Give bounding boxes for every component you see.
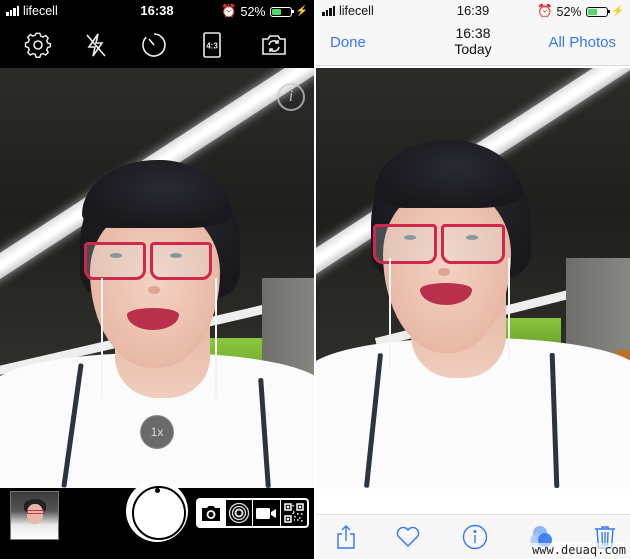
info-icon — [462, 524, 488, 550]
timer-button[interactable] — [138, 29, 170, 61]
aspect-ratio-icon: 4:3 — [203, 32, 221, 58]
share-icon — [337, 525, 355, 549]
shutter-button[interactable] — [126, 480, 188, 542]
camera-screen: lifecell 16:38 ⏰ 52% ⚡ 4:3 i 1x — [0, 0, 314, 559]
flash-off-icon — [86, 33, 106, 57]
aspect-ratio-button[interactable]: 4:3 — [196, 29, 228, 61]
switch-camera-icon — [262, 35, 286, 55]
favorite-button[interactable] — [394, 523, 422, 551]
gear-icon — [24, 32, 52, 58]
battery-percent: 52% — [240, 4, 266, 19]
status-bar: lifecell 16:39 ⏰ 52% ⚡ — [316, 0, 630, 22]
done-button[interactable]: Done — [330, 34, 366, 51]
zoom-level-button[interactable]: 1x — [140, 415, 174, 449]
settings-button[interactable] — [22, 29, 54, 61]
signal-icon — [6, 6, 19, 16]
heart-icon — [396, 526, 420, 547]
svg-text:4:3: 4:3 — [206, 42, 218, 51]
camera-icon — [202, 506, 221, 521]
mode-qr[interactable] — [281, 500, 308, 526]
alarm-icon: ⏰ — [536, 4, 553, 18]
qr-code-icon — [284, 503, 304, 523]
photo-viewer-screen: lifecell 16:39 ⏰ 52% ⚡ Done 16:38 Today … — [316, 0, 630, 559]
glasses — [373, 224, 505, 264]
timer-icon — [142, 33, 166, 57]
camera-bottom-bar — [0, 480, 314, 559]
info-icon: i — [288, 88, 294, 105]
battery-icon — [269, 6, 294, 17]
watermark: www.deuaq.com — [532, 543, 626, 557]
status-bar: lifecell 16:38 ⏰ 52% ⚡ — [0, 0, 314, 22]
mode-photo[interactable] — [198, 500, 226, 526]
battery-percent: 52% — [556, 4, 582, 19]
photo-display[interactable] — [316, 68, 630, 489]
mode-video[interactable] — [253, 500, 281, 526]
charging-icon: ⚡ — [295, 6, 308, 17]
photo-toolbar: www.deuaq.com — [316, 516, 630, 559]
all-photos-button[interactable]: All Photos — [548, 34, 616, 51]
signal-icon — [322, 6, 335, 16]
charging-icon: ⚡ — [611, 6, 624, 17]
carrier-name: lifecell — [339, 4, 374, 18]
camera-toolbar: 4:3 — [0, 22, 314, 68]
carrier-name: lifecell — [23, 4, 58, 18]
live-photo-icon — [228, 502, 249, 524]
alarm-icon: ⏰ — [220, 4, 237, 18]
flash-off-button[interactable] — [80, 29, 112, 61]
glasses — [84, 242, 212, 280]
battery-icon — [585, 6, 610, 17]
video-icon — [256, 508, 277, 519]
mode-live[interactable] — [226, 500, 253, 526]
capture-mode-selector — [196, 498, 309, 528]
switch-camera-button[interactable] — [258, 29, 290, 61]
photo-info-button[interactable] — [461, 523, 489, 551]
navigation-bar: Done 16:38 Today All Photos — [316, 22, 630, 66]
share-button[interactable] — [332, 523, 360, 551]
info-button[interactable]: i — [277, 83, 305, 111]
last-photo-thumbnail[interactable] — [10, 491, 59, 540]
